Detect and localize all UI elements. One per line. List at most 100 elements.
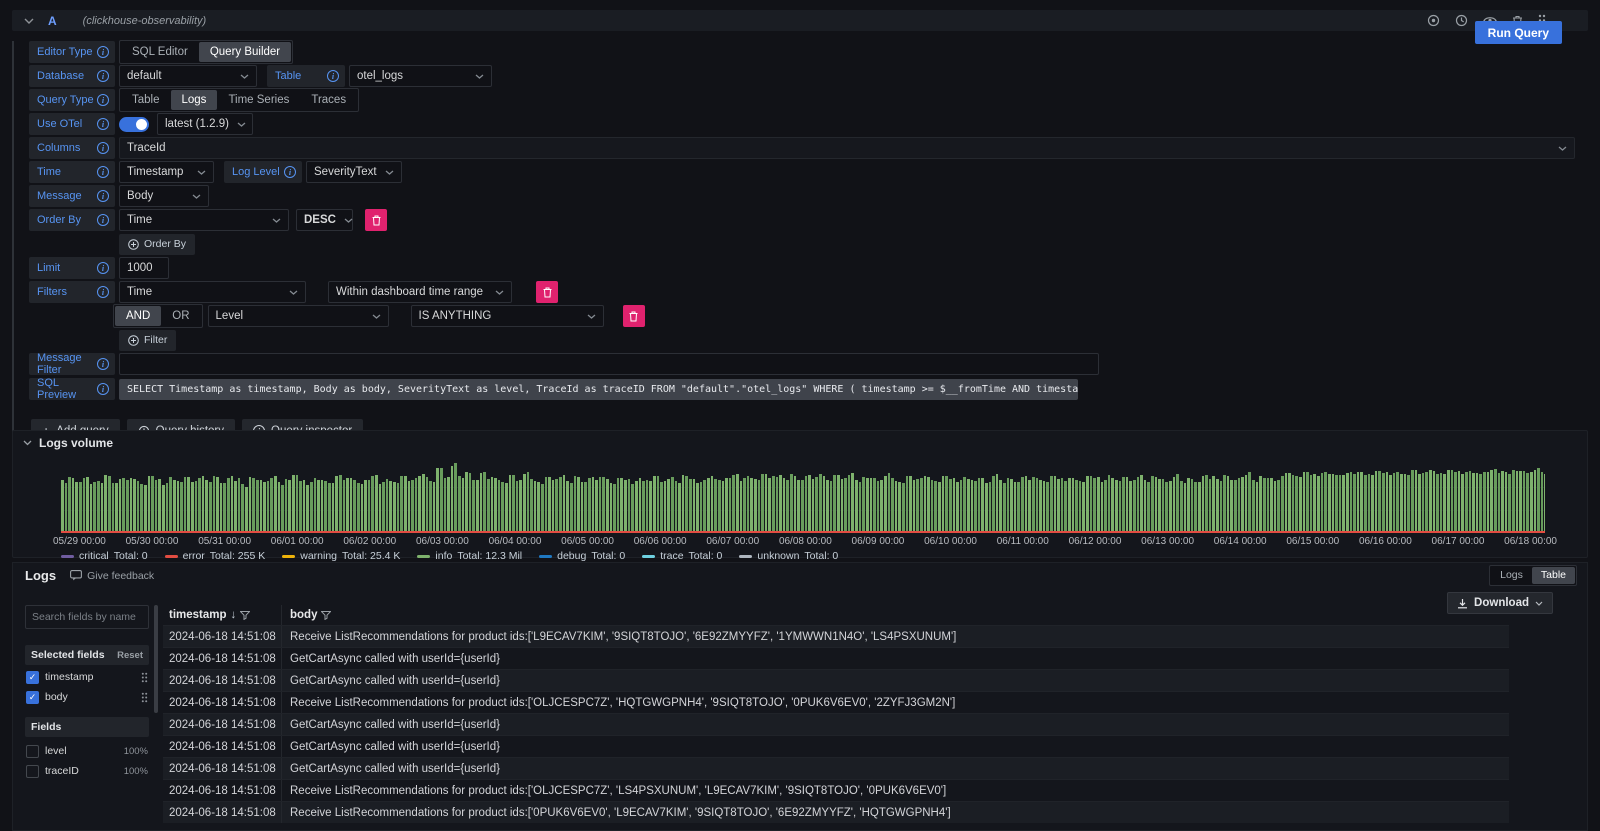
bool-option-or[interactable]: OR xyxy=(161,306,200,326)
query-row-header[interactable]: A (clickhouse-observability) xyxy=(12,10,1588,31)
info-icon[interactable]: i xyxy=(97,358,109,370)
legend-item-error[interactable]: errorTotal: 255 K xyxy=(165,550,266,562)
volume-bar xyxy=(981,478,984,533)
volume-bar xyxy=(353,480,356,533)
view-option-logs[interactable]: Logs xyxy=(1491,567,1532,584)
add-filter-button[interactable]: Filter xyxy=(119,330,176,351)
table-select[interactable]: otel_logs xyxy=(349,65,492,87)
checkbox-unchecked[interactable] xyxy=(26,765,39,778)
table-row[interactable]: 2024-06-18 14:51:08Receive ListRecommend… xyxy=(163,801,1509,823)
legend-item-info[interactable]: infoTotal: 12.3 Mil xyxy=(417,550,522,562)
limit-input[interactable]: 1000 xyxy=(119,257,169,279)
filter-operator-select[interactable]: Within dashboard time range xyxy=(328,281,512,303)
table-row[interactable]: 2024-06-18 14:51:08Receive ListRecommend… xyxy=(163,691,1509,713)
checkbox-checked[interactable]: ✓ xyxy=(26,671,39,684)
remove-order-by-button[interactable] xyxy=(365,209,387,231)
checkbox-unchecked[interactable] xyxy=(26,745,39,758)
editor-type-option-sql-editor[interactable]: SQL Editor xyxy=(121,42,199,62)
drag-handle-icon[interactable] xyxy=(141,692,148,703)
search-fields-input[interactable] xyxy=(25,605,149,629)
sort-desc-icon[interactable]: ↓ xyxy=(231,609,237,621)
info-icon[interactable]: i xyxy=(97,166,109,178)
info-icon[interactable]: i xyxy=(97,118,109,130)
filter2-field-select[interactable]: Level xyxy=(208,305,389,327)
info-icon[interactable]: i xyxy=(97,142,109,154)
info-icon[interactable]: i xyxy=(97,190,109,202)
database-select[interactable]: default xyxy=(119,65,257,87)
add-order-by-button[interactable]: Order By xyxy=(119,234,195,255)
filter-funnel-icon[interactable] xyxy=(240,611,250,620)
time-column-select[interactable]: Timestamp xyxy=(119,161,214,183)
volume-bar xyxy=(631,484,634,533)
query-type-option-time-series[interactable]: Time Series xyxy=(217,90,300,110)
table-row[interactable]: 2024-06-18 14:51:08Receive ListRecommend… xyxy=(163,779,1509,801)
table-row[interactable]: 2024-06-18 14:51:08Receive ListRecommend… xyxy=(163,625,1509,647)
bool-option-and[interactable]: AND xyxy=(115,306,161,326)
volume-bar xyxy=(480,473,483,533)
info-icon[interactable]: i xyxy=(284,166,296,178)
otel-version-select[interactable]: latest (1.2.9) xyxy=(157,113,253,135)
panel-title[interactable]: Logs volume xyxy=(39,436,113,450)
drag-handle-icon[interactable] xyxy=(141,672,148,683)
filter-funnel-icon[interactable] xyxy=(321,611,331,620)
volume-bar xyxy=(808,475,811,533)
timestamp-column-header[interactable]: timestamp ↓ xyxy=(163,609,281,621)
volume-bar xyxy=(1534,470,1537,533)
chevron-down-icon xyxy=(579,314,596,319)
scrollbar-thumb[interactable] xyxy=(154,605,158,713)
columns-multiselect[interactable]: TraceId xyxy=(119,137,1575,159)
info-icon[interactable]: i xyxy=(97,70,109,82)
query-type-option-table[interactable]: Table xyxy=(121,90,171,110)
order-by-field-select[interactable]: Time xyxy=(119,209,289,231)
give-feedback-link[interactable]: Give feedback xyxy=(70,570,154,582)
chevron-down-icon[interactable] xyxy=(24,18,34,24)
table-row[interactable]: 2024-06-18 14:51:08GetCartAsync called w… xyxy=(163,735,1509,757)
legend-item-critical[interactable]: criticalTotal: 0 xyxy=(61,550,148,562)
body-column-header[interactable]: body xyxy=(281,605,1509,625)
table-row[interactable]: 2024-06-18 14:51:08GetCartAsync called w… xyxy=(163,713,1509,735)
fields-header: Fields xyxy=(25,717,149,737)
editor-type-option-query-builder[interactable]: Query Builder xyxy=(199,42,291,62)
chevron-down-icon[interactable] xyxy=(23,440,32,446)
reset-button[interactable]: Reset xyxy=(117,650,143,661)
table-row[interactable]: 2024-06-18 14:51:08GetCartAsync called w… xyxy=(163,757,1509,779)
volume-bar xyxy=(884,476,887,533)
volume-bar xyxy=(1292,475,1295,533)
volume-bar xyxy=(1003,483,1006,533)
duplicate-query-icon[interactable] xyxy=(1427,14,1440,27)
info-icon[interactable]: i xyxy=(327,70,339,82)
info-icon[interactable]: i xyxy=(97,286,109,298)
info-icon[interactable]: i xyxy=(97,46,109,58)
log-level-column-select[interactable]: SeverityText xyxy=(306,161,402,183)
checkbox-checked[interactable]: ✓ xyxy=(26,691,39,704)
remove-filter-button[interactable] xyxy=(536,281,558,303)
volume-bar xyxy=(1501,471,1504,533)
info-icon[interactable]: i xyxy=(97,214,109,226)
message-column-select[interactable]: Body xyxy=(119,185,209,207)
view-option-table[interactable]: Table xyxy=(1532,567,1575,584)
info-icon[interactable]: i xyxy=(97,383,109,395)
query-type-option-traces[interactable]: Traces xyxy=(300,90,357,110)
message-filter-input[interactable] xyxy=(119,353,1099,375)
legend-item-unknown[interactable]: unknownTotal: 0 xyxy=(739,550,838,562)
filter-field-select[interactable]: Time xyxy=(119,281,306,303)
sql-preview-text[interactable]: SELECT Timestamp as timestamp, Body as b… xyxy=(119,379,1078,400)
table-row[interactable]: 2024-06-18 14:51:08GetCartAsync called w… xyxy=(163,647,1509,669)
legend-item-warning[interactable]: warningTotal: 25.4 K xyxy=(282,550,400,562)
info-icon[interactable]: i xyxy=(97,262,109,274)
volume-bar xyxy=(552,480,555,533)
logs-volume-chart[interactable]: 010 K20 K xyxy=(61,457,1545,533)
volume-bar xyxy=(1451,470,1454,533)
use-otel-toggle[interactable] xyxy=(119,117,149,132)
sidebar-scrollbar[interactable] xyxy=(149,605,163,830)
legend-item-debug[interactable]: debugTotal: 0 xyxy=(539,550,625,562)
query-type-option-logs[interactable]: Logs xyxy=(171,90,218,110)
query-history-icon[interactable] xyxy=(1455,14,1468,27)
filter2-operator-select[interactable]: IS ANYTHING xyxy=(411,305,604,327)
info-icon[interactable]: i xyxy=(97,94,109,106)
table-row[interactable]: 2024-06-18 14:51:08GetCartAsync called w… xyxy=(163,669,1509,691)
remove-filter2-button[interactable] xyxy=(623,305,645,327)
volume-bar xyxy=(555,479,558,533)
order-by-direction-select[interactable]: DESC xyxy=(296,209,353,231)
legend-item-trace[interactable]: traceTotal: 0 xyxy=(642,550,722,562)
